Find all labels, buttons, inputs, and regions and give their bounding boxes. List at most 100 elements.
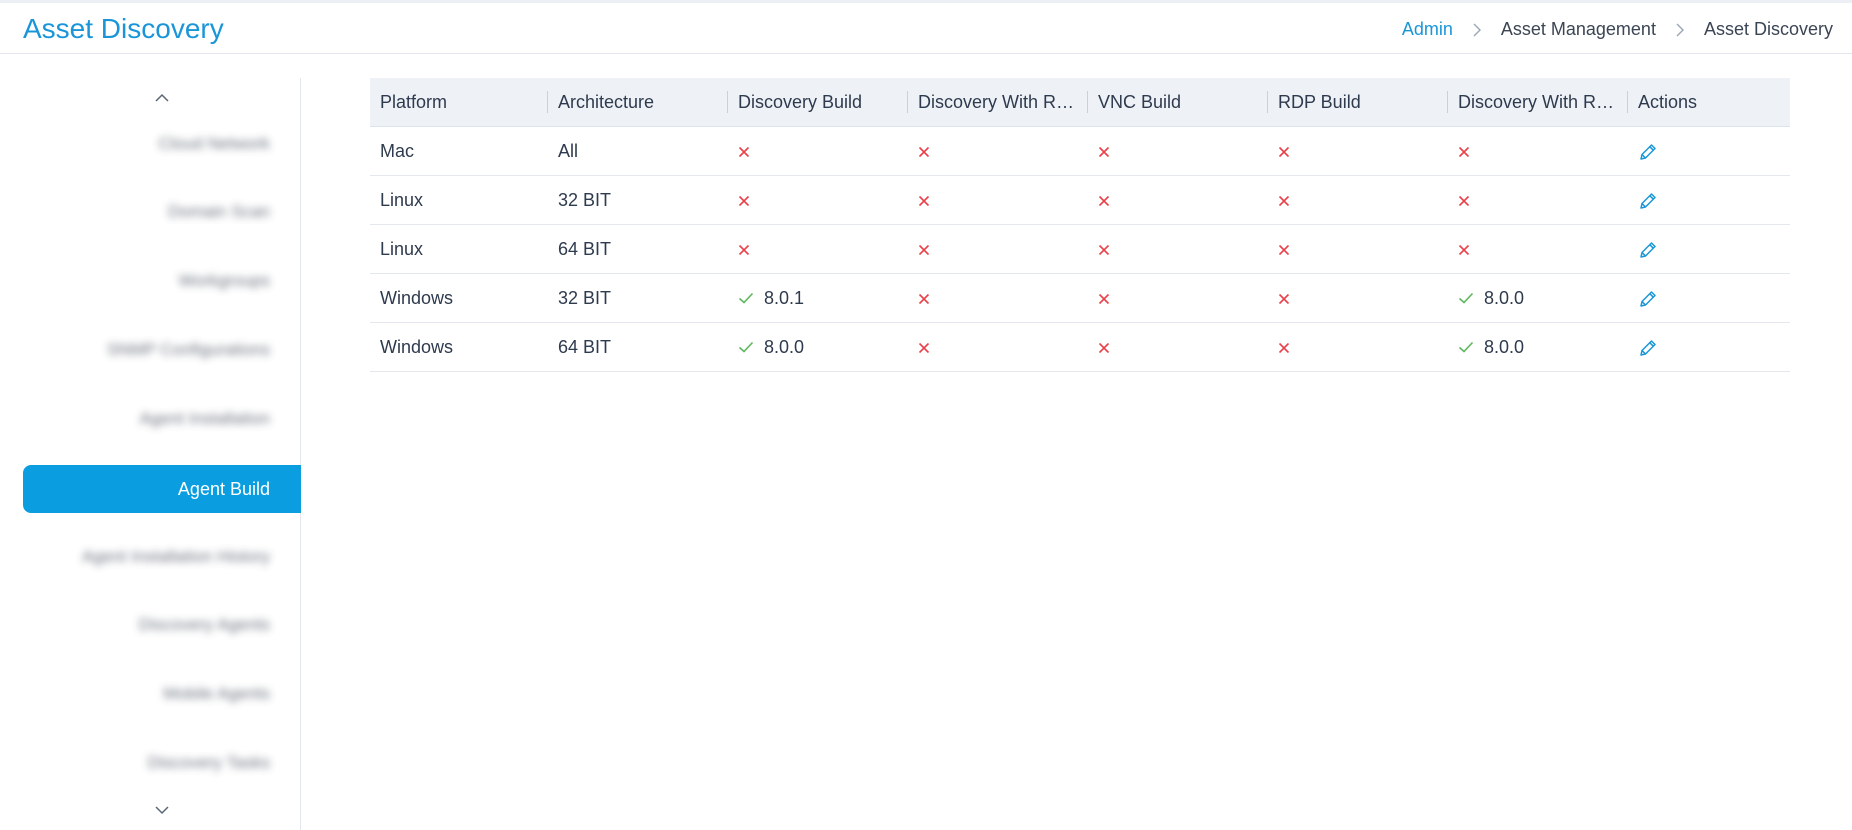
top-bar: Asset Discovery Admin Asset Management A…	[0, 0, 1852, 54]
cell-platform: Windows	[370, 273, 548, 323]
cell-platform: Mac	[370, 126, 548, 176]
agent-build-table: Platform Architecture Discovery Build Di…	[370, 78, 1790, 372]
cell-vnc-build	[1088, 126, 1268, 176]
column-header-rdp-build[interactable]: RDP Build	[1268, 78, 1448, 127]
cell-actions	[1628, 322, 1790, 372]
cross-icon	[738, 244, 750, 256]
cell-discovery-with-remote-2	[1448, 224, 1628, 274]
cell-discovery-build: 8.0.1	[728, 273, 908, 323]
cell-discovery-with-remote-1	[908, 126, 1088, 176]
build-version: 8.0.0	[764, 336, 805, 357]
cell-platform: Windows	[370, 322, 548, 372]
cross-icon	[1278, 293, 1290, 305]
column-header-architecture[interactable]: Architecture	[548, 78, 728, 127]
sidebar-item-blurred-2[interactable]: Domain Scan	[168, 202, 270, 222]
sidebar-item-blurred-1[interactable]: Cloud Network	[159, 134, 271, 154]
cell-rdp-build	[1268, 126, 1448, 176]
cell-discovery-with-remote-1	[908, 224, 1088, 274]
pencil-icon[interactable]	[1638, 240, 1658, 260]
cell-architecture: 32 BIT	[548, 273, 728, 323]
cell-discovery-with-remote-1	[908, 322, 1088, 372]
cell-architecture: 64 BIT	[548, 322, 728, 372]
pencil-icon[interactable]	[1638, 338, 1658, 358]
breadcrumb-admin[interactable]: Admin	[1402, 19, 1453, 40]
column-header-discovery-with-remote-1[interactable]: Discovery With R…	[908, 78, 1088, 127]
column-header-vnc-build[interactable]: VNC Build	[1088, 78, 1268, 127]
column-header-discovery-with-remote-2[interactable]: Discovery With R…	[1448, 78, 1628, 127]
table-row: Linux 64 BIT	[370, 224, 1790, 274]
cross-icon	[1098, 293, 1110, 305]
breadcrumb-asset-discovery: Asset Discovery	[1703, 19, 1833, 39]
cross-icon	[918, 293, 930, 305]
cross-icon	[1278, 342, 1290, 354]
cell-rdp-build	[1268, 322, 1448, 372]
cell-discovery-build	[728, 224, 908, 274]
sidebar-item-blurred-7[interactable]: Discovery Agents	[139, 615, 270, 635]
cell-architecture: 64 BIT	[548, 224, 728, 274]
cell-vnc-build	[1088, 175, 1268, 225]
cell-actions	[1628, 175, 1790, 225]
sidebar: Cloud Network Domain Scan Workgroups SNM…	[0, 78, 301, 830]
sidebar-item-blurred-8[interactable]: Mobile Agents	[163, 684, 270, 704]
build-version: 8.0.0	[1484, 287, 1525, 308]
check-icon	[1458, 292, 1474, 304]
cell-discovery-build: 8.0.0	[728, 322, 908, 372]
cross-icon	[918, 146, 930, 158]
pencil-icon[interactable]	[1638, 289, 1658, 309]
sidebar-item-blurred-4[interactable]: SNMP Configurations	[107, 340, 270, 360]
cross-icon	[1458, 244, 1470, 256]
cell-platform: Linux	[370, 224, 548, 274]
sidebar-item-blurred-5[interactable]: Agent Installation	[140, 409, 270, 429]
check-icon	[1458, 341, 1474, 353]
cell-vnc-build	[1088, 273, 1268, 323]
breadcrumb: Admin Asset Management Asset Discovery	[1402, 19, 1833, 40]
pencil-icon[interactable]	[1638, 191, 1658, 211]
check-icon	[738, 341, 754, 353]
cross-icon	[1098, 195, 1110, 207]
cell-actions	[1628, 126, 1790, 176]
pencil-icon[interactable]	[1638, 142, 1658, 162]
cell-discovery-with-remote-2	[1448, 126, 1628, 176]
sidebar-item-blurred-6[interactable]: Agent Installation History	[82, 547, 270, 567]
cell-architecture: All	[548, 126, 728, 176]
breadcrumb-asset-management[interactable]: Asset Management	[1501, 19, 1656, 40]
cross-icon	[918, 195, 930, 207]
cross-icon	[1278, 195, 1290, 207]
sidebar-item-label: Agent Build	[177, 478, 270, 499]
chevron-up-icon[interactable]	[151, 90, 173, 106]
cell-vnc-build	[1088, 322, 1268, 372]
cross-icon	[738, 195, 750, 207]
column-header-actions: Actions	[1628, 78, 1790, 127]
cross-icon	[1278, 244, 1290, 256]
cell-architecture: 32 BIT	[548, 175, 728, 225]
cell-discovery-with-remote-2: 8.0.0	[1448, 322, 1628, 372]
cell-rdp-build	[1268, 175, 1448, 225]
cell-discovery-with-remote-1	[908, 273, 1088, 323]
table-row: Mac All	[370, 126, 1790, 176]
cell-rdp-build	[1268, 224, 1448, 274]
cell-discovery-with-remote-2	[1448, 175, 1628, 225]
cross-icon	[1098, 244, 1110, 256]
table-row: Linux 32 BIT	[370, 175, 1790, 225]
sidebar-item-blurred-9[interactable]: Discovery Tasks	[148, 753, 271, 773]
cross-icon	[1098, 146, 1110, 158]
column-header-platform[interactable]: Platform	[370, 78, 548, 127]
cell-discovery-with-remote-1	[908, 175, 1088, 225]
cell-platform: Linux	[370, 175, 548, 225]
sidebar-item-agent-build[interactable]: Agent Build	[23, 465, 301, 513]
cross-icon	[1098, 342, 1110, 354]
sidebar-item-blurred-3[interactable]: Workgroups	[179, 271, 270, 291]
chevron-down-icon[interactable]	[151, 802, 173, 818]
cell-vnc-build	[1088, 224, 1268, 274]
cell-discovery-build	[728, 126, 908, 176]
chevron-right-icon	[1666, 21, 1694, 39]
table-row: Windows 32 BIT 8.0.1 8.0.0	[370, 273, 1790, 323]
chevron-right-icon	[1463, 21, 1491, 39]
table-row: Windows 64 BIT 8.0.0 8.0.0	[370, 322, 1790, 372]
check-icon	[738, 292, 754, 304]
cross-icon	[738, 146, 750, 158]
cross-icon	[918, 244, 930, 256]
cell-actions	[1628, 224, 1790, 274]
column-header-discovery-build[interactable]: Discovery Build	[728, 78, 908, 127]
cross-icon	[1458, 195, 1470, 207]
